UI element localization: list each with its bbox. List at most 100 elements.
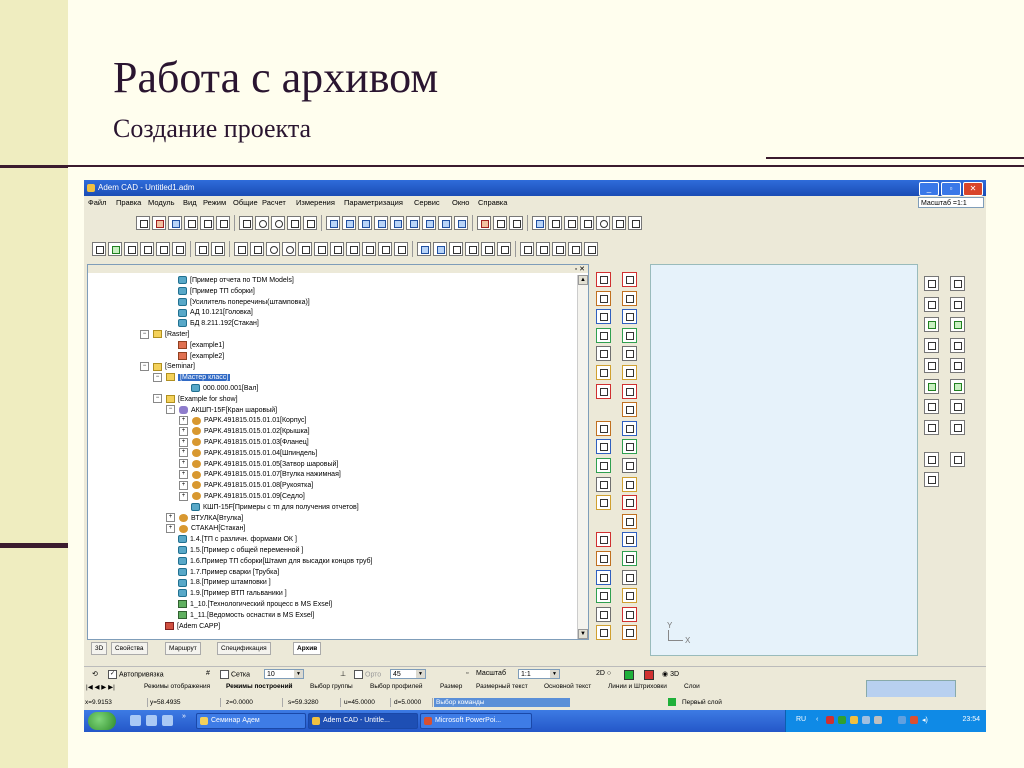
analysis-icon[interactable] <box>493 216 507 230</box>
spline-icon[interactable] <box>314 242 328 256</box>
grid-checkbox[interactable] <box>220 670 229 679</box>
menu-view[interactable]: Вид <box>183 198 197 207</box>
start-button[interactable] <box>88 712 116 730</box>
line-tool-icon[interactable] <box>924 276 939 291</box>
section-tool-icon[interactable] <box>622 551 637 566</box>
tab-properties[interactable]: Свойства <box>111 642 148 655</box>
hatch-area-icon[interactable] <box>378 242 392 256</box>
tree-row[interactable]: 1.7.Пример сварки [Трубка] <box>178 567 279 578</box>
text-style-icon[interactable] <box>433 242 447 256</box>
drawing-viewport[interactable]: Y X <box>650 264 918 656</box>
tree-row[interactable]: 1.8.[Пример штамповки ] <box>178 577 271 588</box>
scale-value-combo[interactable]: 1:1 ▼ <box>518 669 560 679</box>
tray-network-icon[interactable] <box>838 716 846 724</box>
chevron-down-icon[interactable]: ▼ <box>416 670 425 678</box>
tree-row[interactable]: 1_10.[Технологический процесс в MS Exsel… <box>178 599 332 610</box>
close-button[interactable]: ✕ <box>963 182 983 196</box>
contour-icon[interactable] <box>346 242 360 256</box>
scroll-down-icon[interactable]: ▼ <box>578 629 588 639</box>
current-layer[interactable]: Первый слой <box>668 698 722 707</box>
mode-2d-radio[interactable]: 2D ○ <box>596 670 611 677</box>
view-tool-icon[interactable] <box>622 420 637 436</box>
quicklaunch-desktop-icon[interactable] <box>130 715 141 726</box>
tree-row[interactable]: [Adem CAPP] <box>165 621 220 632</box>
polyline-icon[interactable] <box>330 242 344 256</box>
expand-icon[interactable]: + <box>179 470 188 480</box>
mode-tab-nav[interactable]: |◀ ◀ ▶ ▶| <box>86 683 115 691</box>
move-tool-icon[interactable] <box>924 399 939 414</box>
leader-icon[interactable] <box>481 242 495 256</box>
solid-tool-icon[interactable] <box>596 383 611 399</box>
tray-antivirus-icon[interactable] <box>826 716 834 724</box>
tree-row[interactable]: 1.5.[Пример с общей переменной ] <box>178 545 303 556</box>
tray-printer-icon[interactable] <box>874 716 882 724</box>
snap-checkbox[interactable]: ✓ <box>108 670 117 679</box>
tree-row[interactable]: [Усилитель поперечины(штамповка)] <box>178 297 310 308</box>
menu-measure[interactable]: Измерения <box>296 198 335 207</box>
offset-icon[interactable] <box>362 242 376 256</box>
tree-row[interactable]: [Пример отчета по TDM Models] <box>178 275 294 286</box>
menu-window[interactable]: Окно <box>452 198 469 207</box>
view-3d-icon[interactable] <box>644 670 654 680</box>
rectangle-icon[interactable] <box>250 242 264 256</box>
edit-icon[interactable] <box>140 242 154 256</box>
quicklaunch-folder-icon[interactable] <box>146 715 157 726</box>
solid-fillet-icon[interactable] <box>422 216 436 230</box>
tree-row[interactable]: + РАРК.491815.015.01.01[Корпус] <box>179 415 306 426</box>
undo-icon[interactable] <box>195 242 209 256</box>
tree-row[interactable]: [example2] <box>178 351 224 362</box>
tree-row[interactable]: + РАРК.491815.015.01.05[Затвор шаровый] <box>179 459 338 470</box>
tree-row[interactable]: [Пример ТП сборки] <box>178 286 255 297</box>
expand-icon[interactable]: + <box>179 416 188 426</box>
tree-row[interactable]: КШП-15F[Примеры с тп для получения отчет… <box>191 502 359 513</box>
task-adem[interactable]: Adem CAD - Untitle... <box>308 713 418 729</box>
view-tool-icon[interactable] <box>622 309 637 325</box>
tray-display-icon[interactable] <box>898 716 906 724</box>
fillet-tool-icon[interactable] <box>950 337 965 353</box>
dimension-linear-icon[interactable] <box>520 242 534 256</box>
transform-tool-icon[interactable] <box>622 569 637 585</box>
tree-row[interactable]: 1.9.[Пример ВТП гальваники ] <box>178 588 287 599</box>
paste-icon[interactable] <box>172 242 186 256</box>
transform-tool-icon[interactable] <box>596 476 611 492</box>
pointer-icon[interactable] <box>612 216 626 230</box>
pencil-icon[interactable] <box>239 216 253 230</box>
assembly-tool-icon[interactable] <box>596 551 611 566</box>
tray-update-icon[interactable] <box>850 716 858 724</box>
quicklaunch-more-icon[interactable]: » <box>182 713 186 720</box>
tree-row[interactable]: + РАРК.491815.015.01.09[Седло] <box>179 491 305 502</box>
mode-tab-dimension[interactable]: Размер <box>440 683 462 690</box>
arrow-mark-icon[interactable] <box>497 242 511 256</box>
solid-tool-icon[interactable] <box>596 272 611 287</box>
print-preview-icon[interactable] <box>124 242 138 256</box>
tree-row[interactable]: + РАРК.491815.015.01.07[Втулка нажимная] <box>179 469 341 480</box>
dimension-diameter-icon[interactable] <box>584 242 598 256</box>
solid-rotate-icon[interactable] <box>390 216 404 230</box>
solid-box-icon[interactable] <box>326 216 340 230</box>
ortho-checkbox[interactable] <box>354 670 363 679</box>
delete-tool-icon[interactable] <box>924 419 939 435</box>
mode-tab-layers[interactable]: Слои <box>684 683 700 690</box>
check-tool-icon[interactable] <box>924 452 939 467</box>
ortho-checkbox-group[interactable]: Орто <box>354 670 381 679</box>
expand-icon[interactable]: + <box>179 491 188 501</box>
clipboard-icon[interactable] <box>156 242 170 256</box>
menu-general[interactable]: Общие <box>233 198 258 207</box>
tray-security-icon[interactable] <box>910 716 918 724</box>
annotation-tool-icon[interactable] <box>596 365 611 380</box>
tree-row[interactable]: + РАРК.491815.015.01.08[Рукоятка] <box>179 480 313 491</box>
curve-icon[interactable] <box>255 216 269 230</box>
expand-icon[interactable]: + <box>179 437 188 447</box>
transform-tool-icon[interactable] <box>596 346 611 362</box>
trim-tool-icon[interactable] <box>950 358 965 373</box>
tree-row[interactable]: + РАРК.491815.015.01.02[Крышка] <box>179 426 310 437</box>
expand-icon[interactable]: + <box>179 480 188 490</box>
text-icon[interactable] <box>417 242 431 256</box>
assembly-tool-icon[interactable] <box>596 420 611 436</box>
tree-row[interactable]: [example1] <box>178 340 224 351</box>
expand-icon[interactable]: + <box>166 524 175 534</box>
tree-view-icon[interactable] <box>509 216 523 230</box>
dimension-radius-icon[interactable] <box>568 242 582 256</box>
view-tool-icon[interactable] <box>596 439 611 455</box>
transform-tool-icon[interactable] <box>622 346 637 362</box>
